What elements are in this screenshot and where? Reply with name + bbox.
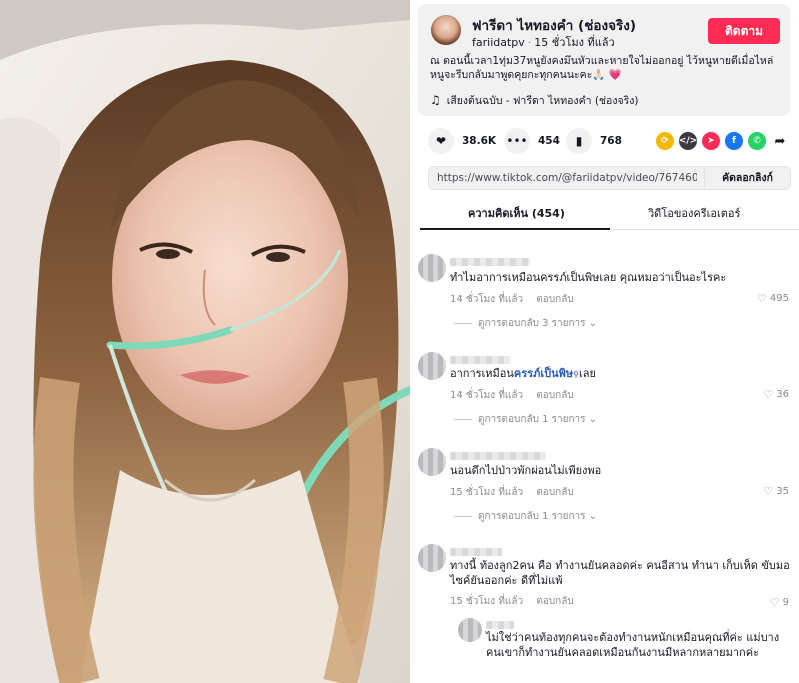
view-replies-label: ดูการตอบกลับ 3 รายการ [478,318,586,329]
facebook-icon[interactable]: f [725,132,743,150]
commenter-name[interactable] [450,452,546,460]
like-count: 38.6K [462,135,497,147]
heart-outline-icon[interactable]: ♡ [770,596,780,609]
comment-count: 454 [538,135,560,147]
post-time: 15 ชั่วโมง ที่แล้ว [534,36,615,49]
comment-like[interactable]: ♡ 35 [763,485,789,498]
commenter-avatar[interactable] [418,254,446,282]
comment-time: 15 ชั่วโมง ที่แล้ว [450,596,524,607]
comment-time: 14 ชั่วโมง ที่แล้ว [450,390,524,401]
embed-icon[interactable]: ⟳ [656,132,674,150]
tiktok-video-page: ฟารีดา ไหทองคำ (ช่องจริง) fariidatpv · 15 … [0,0,799,683]
commenter-name[interactable] [450,258,530,266]
code-icon[interactable]: </> [679,132,697,150]
view-replies-label: ดูการตอบกลับ 1 รายการ [478,511,586,522]
save-count: 768 [600,135,622,147]
comment-time: 15 ชั่วโมง ที่แล้ว [450,487,524,498]
comment-text: นอนดึกไปป่าวพักผ่อนไม่เพียงพอ [450,464,602,477]
link-row: https://www.tiktok.com/@fariidatpv/video… [428,166,791,190]
reply-button[interactable]: ตอบกลับ [536,487,573,498]
commenter-name[interactable] [450,548,502,556]
chevron-down-icon: ⌄ [588,511,598,522]
music-note-icon: ♫ [430,93,441,107]
commenter-avatar[interactable] [418,448,446,476]
replier-avatar[interactable] [458,618,482,642]
tab-comments[interactable]: ความคิดเห็น (454) [468,204,565,222]
heart-outline-icon[interactable]: ♡ [757,292,767,305]
comment-text: ทางนี้ ท้องลูก2คน คือ ทำงานยันคลอดค่ะ คน… [450,559,790,587]
save-action[interactable]: ▮ 768 [566,128,622,154]
reply-text: ไม่ใช่ว่าคนท้องทุกคนจะต้องทำงานหนักเหมือ… [486,631,780,659]
comment-icon[interactable]: ••• [504,128,530,154]
author-meta: fariidatpv · 15 ชั่วโมง ที่แล้ว [472,36,615,49]
copy-link-button[interactable]: คัดลอกลิงก์ [704,167,790,189]
view-replies[interactable]: ดูการตอบกลับ 3 รายการ ⌄ [454,316,597,331]
chevron-down-icon: ⌄ [588,414,598,425]
tab-bar: ความคิดเห็น (454) วิดีโอของครีเอเตอร์ [420,200,799,230]
comment-meta: 14 ชั่วโมง ที่แล้ว ตอบกลับ [450,388,574,403]
replier-name[interactable] [486,621,514,629]
comment-like-count: 9 [782,597,789,608]
music-row[interactable]: ♫ เสียงต้นฉบับ - ฟารีดา ไหทองคำ (ช่องจริง… [430,92,639,109]
commenter-name[interactable] [450,356,510,364]
comment-text: อาการเหมือนครรภ์เป็นพิษ⚲เลย [450,367,596,380]
view-replies[interactable]: ดูการตอบกลับ 1 รายการ ⌄ [454,509,597,524]
comment-like[interactable]: ♡ 36 [763,388,789,401]
send-icon[interactable]: ➤ [702,132,720,150]
video-image [0,0,410,683]
comment-text: ทำไมอาการเหมือนครรภ์เป็นพิษเลย คุณหมอว่า… [450,271,727,284]
commenter-avatar[interactable] [418,352,446,380]
action-bar: ❤ 38.6K ••• 454 ▮ 768 ⟳ </> ➤ f ✆ ➦ [428,128,788,154]
active-tab-indicator [420,228,610,230]
comment-like-count: 35 [776,486,789,497]
follow-button[interactable]: ติดตาม [708,18,780,44]
comment-like[interactable]: ♡ 9 [770,596,789,609]
reply-button[interactable]: ตอบกลับ [536,390,573,401]
comment-like-count: 495 [769,293,789,304]
author-avatar[interactable] [430,14,462,46]
comment-like-count: 36 [776,389,789,400]
comment-meta: 15 ชั่วโมง ที่แล้ว ตอบกลับ [450,594,574,609]
comment-meta: 14 ชั่วโมง ที่แล้ว ตอบกลับ [450,292,574,307]
video-frame[interactable] [0,0,410,683]
author-handle[interactable]: fariidatpv [472,36,525,49]
reply-button[interactable]: ตอบกลับ [536,596,573,607]
heart-outline-icon[interactable]: ♡ [763,388,773,401]
comment-meta: 15 ชั่วโมง ที่แล้ว ตอบกลับ [450,485,574,500]
video-url[interactable]: https://www.tiktok.com/@fariidatpv/video… [437,172,697,184]
whatsapp-icon[interactable]: ✆ [748,132,766,150]
share-arrow-icon[interactable]: ➦ [771,132,789,150]
side-panel: ฟารีดา ไหทองคำ (ช่องจริง) fariidatpv · 15 … [410,0,799,683]
video-caption: ณ ตอนนี้เวลา1ทุ่ม37หนูยังคงมึนหัวและหายใ… [430,55,774,81]
tab-creator-videos[interactable]: วิดีโอของครีเอเตอร์ [648,204,740,222]
like-action[interactable]: ❤ 38.6K [428,128,496,154]
comment-like[interactable]: ♡ 495 [757,292,789,305]
heart-outline-icon[interactable]: ♡ [763,485,773,498]
comment-highlight-link[interactable]: ครรภ์เป็นพิษ [514,367,573,380]
music-title[interactable]: เสียงต้นฉบับ - ฟารีดา ไหทองคำ (ช่องจริง) [447,95,639,107]
view-replies[interactable]: ดูการตอบกลับ 1 รายการ ⌄ [454,412,597,427]
comment-time: 14 ชั่วโมง ที่แล้ว [450,294,524,305]
commenter-avatar[interactable] [418,544,446,572]
comment-action[interactable]: ••• 454 [504,128,560,154]
bookmark-icon[interactable]: ▮ [566,128,592,154]
heart-icon[interactable]: ❤ [428,128,454,154]
view-replies-label: ดูการตอบกลับ 1 รายการ [478,414,586,425]
chevron-down-icon: ⌄ [588,318,598,329]
reply-button[interactable]: ตอบกลับ [536,294,573,305]
video-info-card: ฟารีดา ไหทองคำ (ช่องจริง) fariidatpv · 15 … [418,4,790,116]
